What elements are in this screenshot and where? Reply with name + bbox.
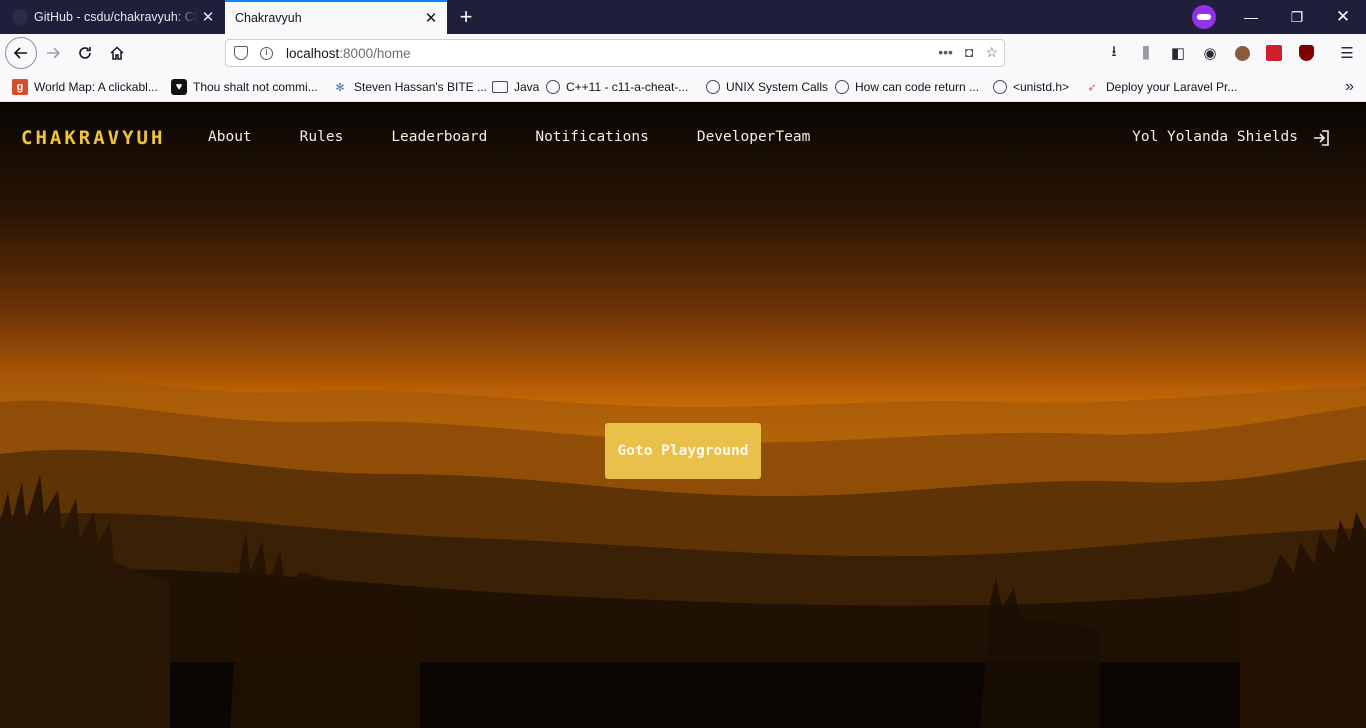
logout-icon[interactable] <box>1312 128 1332 148</box>
window-close-button[interactable]: ✕ <box>1320 0 1366 34</box>
menu-item-about[interactable]: About <box>208 129 252 145</box>
bookmarks-toolbar: g World Map: A clickabl... ♥ Thou shalt no… <box>0 72 1366 102</box>
site-info-icon[interactable]: i <box>260 46 273 60</box>
back-button[interactable] <box>5 37 37 69</box>
user-name[interactable]: Yol Yolanda Shields <box>1132 129 1298 145</box>
browser-toolbar: i localhost:8000/home ••• ◘ ☆ ⭳ ⫼ ◧ ◉ ☰ <box>0 34 1366 72</box>
bookmarks-overflow-icon[interactable]: » <box>1345 78 1354 96</box>
library-icon[interactable]: ⫼ <box>1135 42 1157 64</box>
bookmark-item[interactable]: ♥ Thou shalt not commi... <box>171 78 318 96</box>
cookie-extension-icon[interactable] <box>1231 42 1253 64</box>
bookmark-item[interactable]: ✻ Steven Hassan's BITE ... <box>332 78 487 96</box>
reload-icon <box>79 47 91 59</box>
tab-title: GitHub - csdu/chakravyuh: Chakravyuh <box>34 10 198 24</box>
page-actions-icon[interactable]: ••• <box>938 44 953 61</box>
red-extension-icon[interactable] <box>1263 42 1285 64</box>
bookmark-folder[interactable]: Java <box>492 78 539 96</box>
github-icon <box>12 9 28 25</box>
reload-button[interactable] <box>70 38 100 68</box>
bookmark-item[interactable]: How can code return ... <box>835 78 979 96</box>
address-bar[interactable]: i localhost:8000/home ••• ◘ ☆ <box>225 39 1005 67</box>
bookmark-star-icon[interactable]: ☆ <box>985 44 998 61</box>
account-icon[interactable]: ◉ <box>1199 42 1221 64</box>
close-icon[interactable]: ✕ <box>421 8 441 28</box>
bookmark-item[interactable]: ➶ Deploy your Laravel Pr... <box>1084 78 1237 96</box>
tracking-protection-icon[interactable] <box>234 46 248 60</box>
bookmark-item[interactable]: <unistd.h> <box>993 78 1069 96</box>
ublock-icon[interactable] <box>1295 42 1317 64</box>
home-button[interactable] <box>102 38 132 68</box>
arrow-right-icon <box>47 47 61 59</box>
tab-title: Chakravyuh <box>235 11 302 25</box>
bookmark-item[interactable]: C++11 - c11-a-cheat-... <box>546 78 688 96</box>
sunset-landscape <box>0 376 1366 728</box>
menu-item-leaderboard[interactable]: Leaderboard <box>391 129 487 145</box>
menu-item-notifications[interactable]: Notifications <box>535 129 649 145</box>
bookmark-item[interactable]: UNIX System Calls <box>706 78 828 96</box>
url-text[interactable]: localhost:8000/home <box>286 46 411 61</box>
home-icon <box>110 46 124 60</box>
globe-icon <box>993 80 1007 94</box>
globe-icon <box>835 80 849 94</box>
deploy-icon: ➶ <box>1087 81 1097 94</box>
site-header: CHAKRAVYUH About Rules Leaderboard Notif… <box>0 102 1366 174</box>
browser-tab-bar: GitHub - csdu/chakravyuh: Chakravyuh ✕ C… <box>0 0 1366 34</box>
downloads-icon[interactable]: ⭳ <box>1103 42 1125 64</box>
heart-icon: ♥ <box>171 79 187 95</box>
site-logo[interactable]: CHAKRAVYUH <box>21 127 165 149</box>
wiki-icon: ✻ <box>335 81 345 94</box>
new-tab-button[interactable]: + <box>452 3 480 31</box>
minimize-button[interactable]: — <box>1228 0 1274 34</box>
close-icon[interactable]: ✕ <box>198 7 218 27</box>
private-browsing-icon <box>1192 5 1216 29</box>
sidebar-icon[interactable]: ◧ <box>1167 42 1189 64</box>
main-menu: About Rules Leaderboard Notifications De… <box>208 129 858 145</box>
restore-button[interactable]: ❐ <box>1274 0 1320 34</box>
menu-item-rules[interactable]: Rules <box>300 129 344 145</box>
menu-item-developer-team[interactable]: DeveloperTeam <box>697 129 811 145</box>
bookmark-item[interactable]: g World Map: A clickabl... <box>12 78 158 96</box>
g-icon: g <box>12 79 28 95</box>
arrow-left-icon <box>13 47 27 59</box>
forward-button[interactable] <box>38 38 68 68</box>
folder-icon <box>492 81 508 93</box>
menu-icon[interactable]: ☰ <box>1336 42 1358 64</box>
page-viewport: CHAKRAVYUH About Rules Leaderboard Notif… <box>0 102 1366 728</box>
tab-github[interactable]: GitHub - csdu/chakravyuh: Chakravyuh ✕ <box>0 0 224 34</box>
tab-chakravyuh[interactable]: Chakravyuh ✕ <box>225 0 447 34</box>
globe-icon <box>706 80 720 94</box>
goto-playground-button[interactable]: Goto Playground <box>605 423 761 479</box>
globe-icon <box>546 80 560 94</box>
pocket-icon[interactable]: ◘ <box>965 44 973 61</box>
